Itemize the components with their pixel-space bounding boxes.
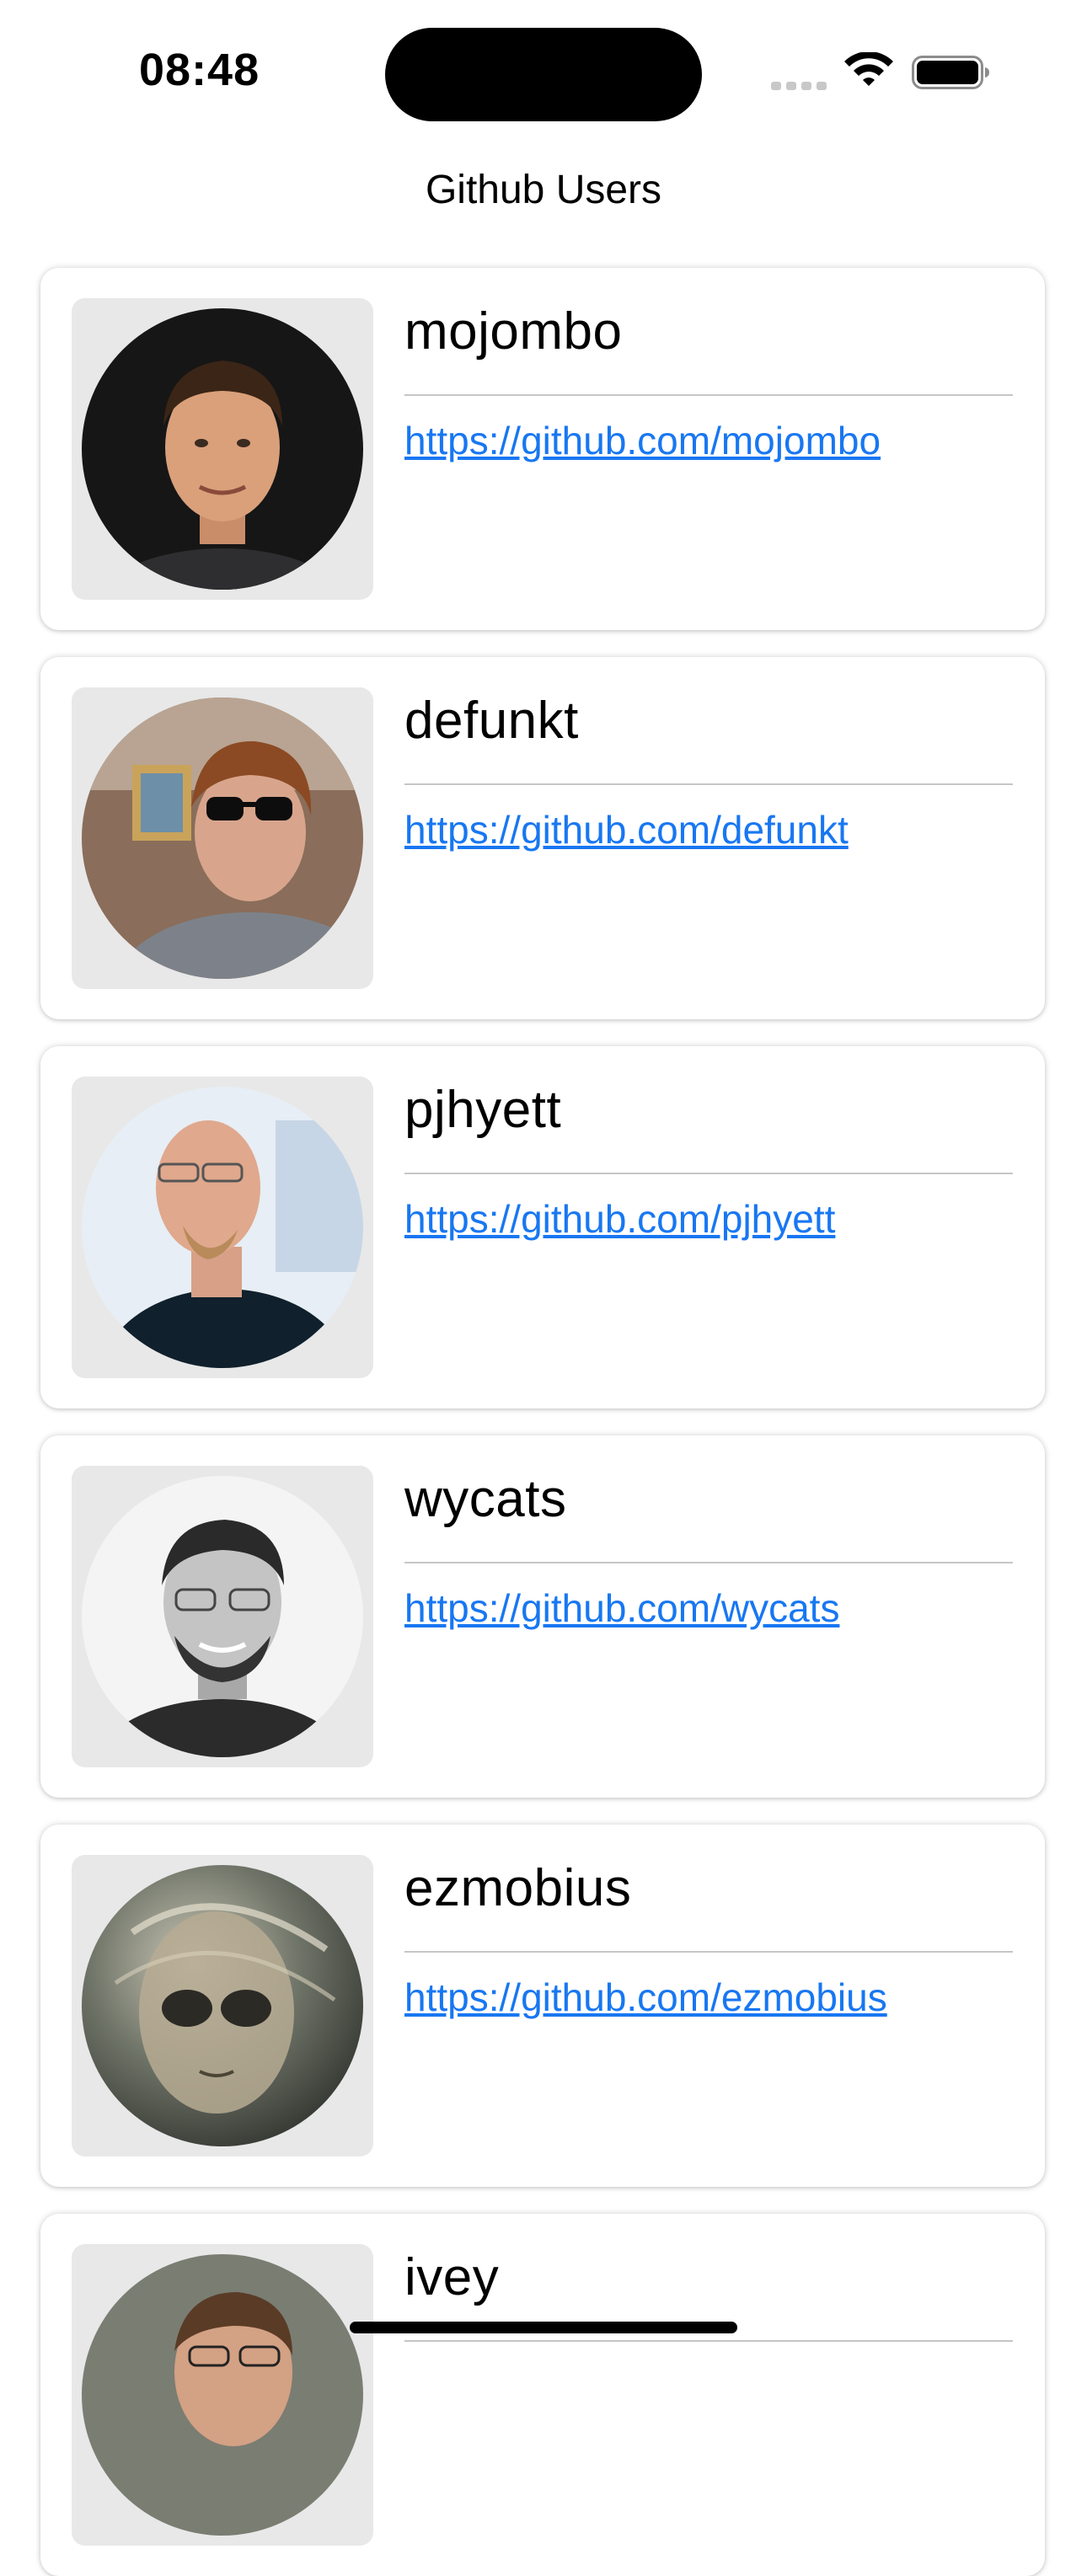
profile-link[interactable]: https://github.com/mojombo: [404, 418, 881, 463]
user-card[interactable]: wycats https://github.com/wycats: [40, 1435, 1045, 1798]
profile-link[interactable]: https://github.com/ezmobius: [404, 1975, 887, 2020]
user-card[interactable]: ivey: [40, 2214, 1045, 2576]
username: ivey: [404, 2248, 500, 2306]
username: defunkt: [404, 692, 579, 750]
page-title: Github Users: [425, 168, 662, 212]
profile-link[interactable]: https://github.com/defunkt: [404, 807, 849, 852]
avatar-frame: [72, 687, 373, 989]
home-indicator[interactable]: [350, 2322, 737, 2333]
profile-link[interactable]: https://github.com/pjhyett: [404, 1196, 835, 1242]
divider: [404, 1173, 1013, 1174]
avatar: [82, 1476, 363, 1757]
avatar: [82, 697, 363, 979]
user-card[interactable]: pjhyett https://github.com/pjhyett: [40, 1046, 1045, 1408]
avatar: [82, 308, 363, 590]
avatar: [82, 1865, 363, 2146]
divider: [404, 2340, 1013, 2342]
divider: [404, 1562, 1013, 1563]
avatar: [82, 2254, 363, 2536]
user-card[interactable]: defunkt https://github.com/defunkt: [40, 657, 1045, 1019]
status-time: 08:48: [139, 45, 260, 95]
username: mojombo: [404, 302, 623, 361]
divider: [404, 1951, 1013, 1953]
signal-icon: [771, 78, 827, 90]
avatar-frame: [72, 298, 373, 600]
avatar-frame: [72, 1466, 373, 1767]
avatar-frame: [72, 2244, 373, 2546]
divider: [404, 394, 1013, 396]
divider: [404, 783, 1013, 785]
username: ezmobius: [404, 1859, 632, 1917]
dynamic-island: [385, 28, 702, 121]
username: pjhyett: [404, 1081, 562, 1139]
battery-icon: [912, 56, 989, 89]
status-bar: 08:48: [0, 0, 1087, 143]
user-card[interactable]: ezmobius https://github.com/ezmobius: [40, 1825, 1045, 2187]
avatar: [82, 1087, 363, 1368]
user-card[interactable]: mojombo https://github.com/mojombo: [40, 268, 1045, 630]
avatar-frame: [72, 1855, 373, 2156]
username: wycats: [404, 1470, 567, 1528]
avatar-frame: [72, 1077, 373, 1378]
profile-link[interactable]: https://github.com/wycats: [404, 1585, 839, 1631]
wifi-icon: [844, 52, 893, 86]
